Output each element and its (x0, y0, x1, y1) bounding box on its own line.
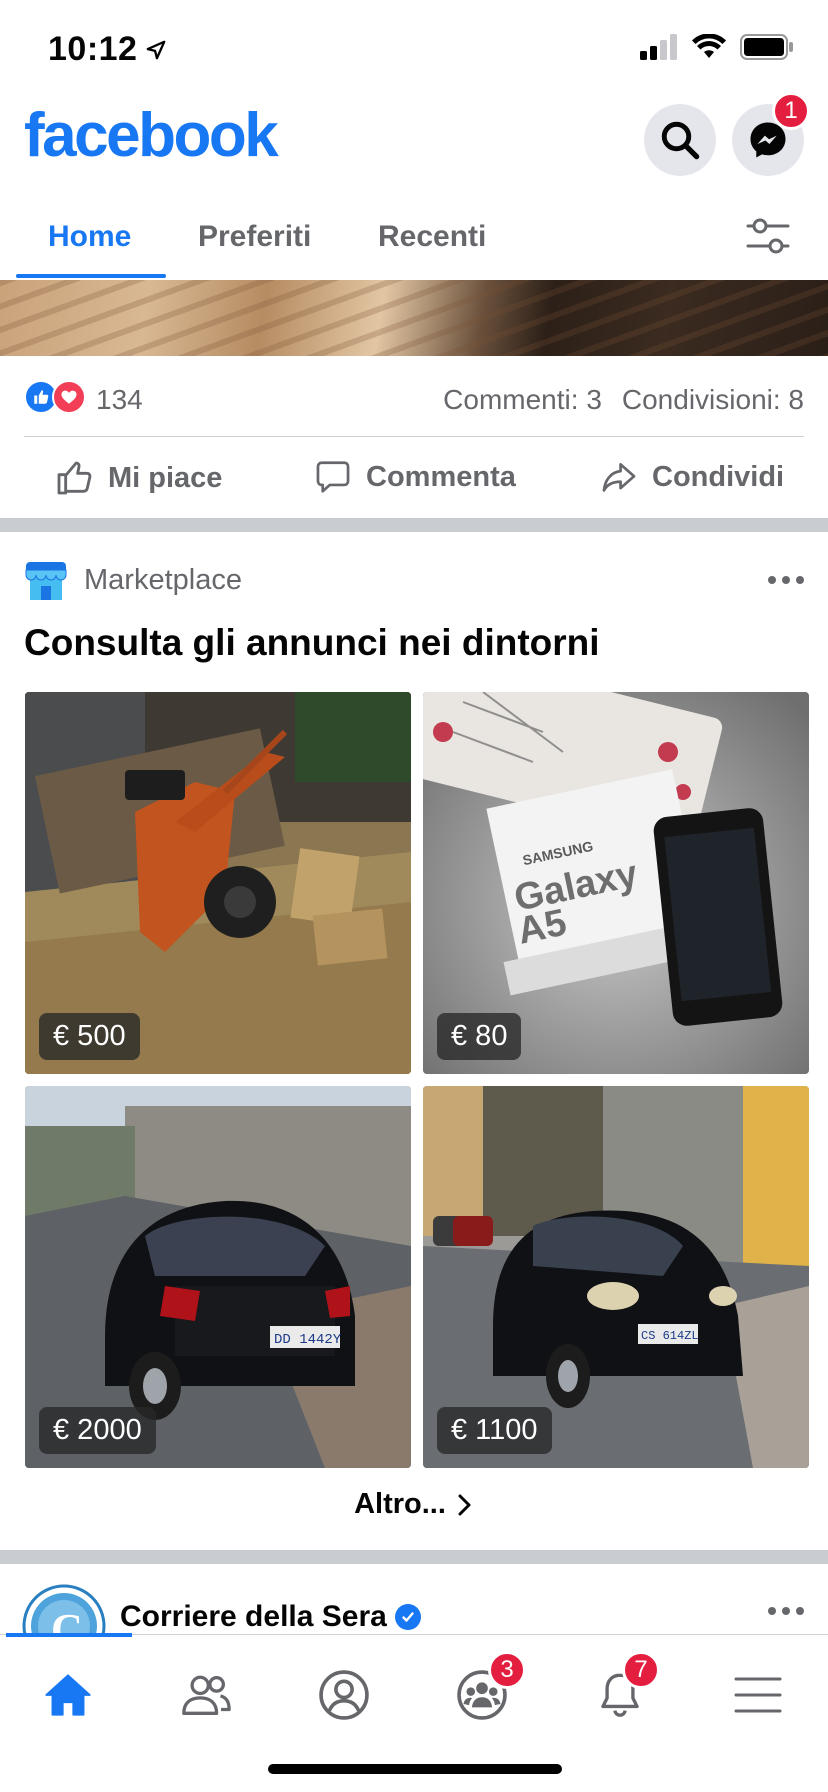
location-arrow-icon (147, 40, 166, 59)
nav-friends[interactable] (166, 1655, 246, 1735)
comments-count[interactable]: Commenti: 3 (443, 384, 602, 416)
license-plate: CS 614ZL (641, 1329, 699, 1343)
reaction-count[interactable]: 134 (96, 384, 143, 416)
nav-menu[interactable] (718, 1655, 798, 1735)
more-options-icon[interactable] (768, 1607, 804, 1615)
section-separator (0, 1550, 828, 1564)
verified-badge-icon (394, 1604, 421, 1630)
cellular-signal-icon (640, 34, 677, 60)
status-icons (640, 34, 794, 60)
tab-recenti[interactable]: Recenti (378, 220, 486, 254)
app-header: facebook 1 (0, 92, 828, 192)
marketplace-title: Consulta gli annunci nei dintorni (24, 622, 600, 663)
reaction-icons[interactable] (24, 380, 86, 414)
see-more-button[interactable]: Altro... (0, 1488, 828, 1521)
post-image[interactable] (0, 280, 828, 356)
share-label: Condividi (652, 460, 785, 493)
hamburger-menu-icon (734, 1677, 782, 1713)
share-button[interactable]: Condividi (600, 458, 784, 496)
post-actions: Mi piace Commenta Condividi (0, 448, 828, 512)
search-button[interactable] (644, 104, 716, 176)
chevron-right-icon (458, 1494, 471, 1515)
see-more-label: Altro... (354, 1488, 446, 1520)
thumbs-up-icon (57, 461, 92, 495)
price-tag: € 80 (437, 1013, 522, 1060)
profile-icon (319, 1670, 369, 1720)
tab-home[interactable]: Home (48, 220, 131, 254)
home-icon (45, 1674, 91, 1716)
clock-text: 10:12 (48, 30, 138, 68)
comment-label: Commenta (366, 460, 516, 493)
like-label: Mi piace (108, 461, 223, 494)
marketplace-item[interactable]: € 500 (25, 692, 411, 1074)
nav-home[interactable] (28, 1655, 108, 1735)
marketplace-item[interactable]: DD 1442Y € 2000 (25, 1086, 411, 1468)
messenger-badge: 1 (772, 92, 810, 130)
search-icon (661, 121, 700, 160)
notifications-badge: 7 (622, 1651, 660, 1689)
marketplace-label[interactable]: Marketplace (84, 564, 242, 597)
marketplace-item[interactable]: SAMSUNG Galaxy A5 € 80 (423, 692, 809, 1074)
divider (24, 436, 804, 437)
feed-filter-icon[interactable] (746, 216, 790, 256)
nav-profile[interactable] (304, 1655, 384, 1735)
tab-preferiti[interactable]: Preferiti (198, 220, 311, 254)
next-post-header: C Corriere della Sera (0, 1566, 828, 1636)
facebook-logo[interactable]: facebook (24, 100, 279, 171)
reactions-bar: 134 Commenti: 3 Condivisioni: 8 (24, 376, 804, 432)
share-icon (602, 462, 636, 492)
wifi-icon (692, 34, 726, 58)
messenger-button[interactable]: 1 (732, 92, 810, 176)
price-tag: € 500 (39, 1013, 140, 1060)
price-tag: € 1100 (437, 1407, 552, 1454)
comment-icon (316, 461, 350, 493)
nav-notifications[interactable]: 7 (580, 1651, 660, 1735)
nav-active-indicator (6, 1633, 132, 1637)
price-tag: € 2000 (39, 1407, 156, 1454)
tab-active-indicator (16, 274, 166, 278)
page-name-label: Corriere della Sera (120, 1600, 387, 1633)
feed-tabs: Home Preferiti Recenti (0, 200, 828, 280)
marketplace-header: Marketplace (24, 556, 804, 604)
like-button[interactable]: Mi piace (54, 458, 222, 498)
page-avatar[interactable]: C (22, 1584, 106, 1636)
license-plate: DD 1442Y (274, 1332, 342, 1348)
shares-count[interactable]: Condivisioni: 8 (622, 384, 804, 416)
svg-text:C: C (51, 1605, 83, 1636)
home-indicator[interactable] (268, 1764, 562, 1774)
post-stats: Commenti: 3 Condivisioni: 8 (443, 384, 804, 416)
love-reaction-icon (52, 380, 86, 414)
page-name[interactable]: Corriere della Sera (120, 1600, 421, 1634)
groups-badge: 3 (488, 1651, 526, 1689)
more-options-icon[interactable] (768, 576, 804, 584)
status-time: 10:12 (48, 30, 167, 69)
battery-icon (740, 34, 793, 60)
friends-icon (182, 1675, 231, 1715)
status-bar: 10:12 (0, 0, 828, 96)
marketplace-icon (25, 562, 67, 600)
marketplace-item[interactable]: CS 614ZL € 1100 (423, 1086, 809, 1468)
comment-button[interactable]: Commenta (314, 458, 516, 496)
section-separator (0, 518, 828, 532)
nav-groups[interactable]: 3 (442, 1651, 526, 1735)
